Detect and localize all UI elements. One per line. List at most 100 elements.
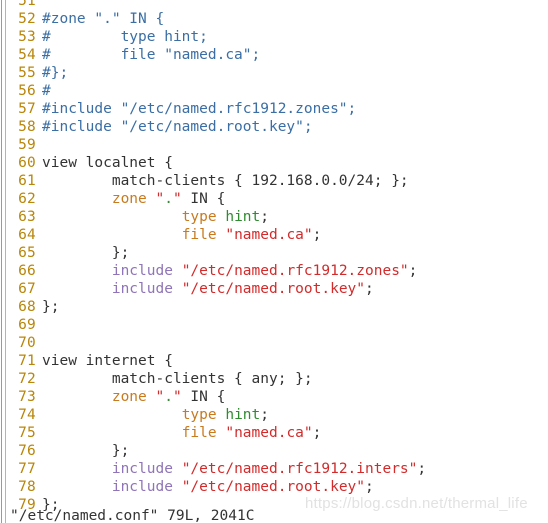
line-number: 77 (18, 461, 36, 477)
line-content[interactable]: match-clients { any; }; (42, 370, 313, 388)
line-content[interactable]: type hint; (42, 208, 269, 226)
code-token: "named.ca" (225, 227, 313, 243)
line-content[interactable]: view localnet { (42, 154, 173, 172)
line-content[interactable]: file "named.ca"; (42, 226, 322, 244)
code-line[interactable]: 64 file "named.ca"; (0, 226, 548, 244)
line-content[interactable]: include "/etc/named.rfc1912.inters"; (42, 460, 426, 478)
code-line[interactable]: 70 (0, 334, 548, 352)
line-content[interactable]: type hint; (42, 406, 269, 424)
line-content[interactable]: #zone "." IN { (42, 10, 164, 28)
line-content[interactable]: zone "." IN { (42, 388, 226, 406)
code-token: ; (312, 425, 322, 441)
code-token: hint (225, 209, 261, 225)
code-token: file (181, 425, 217, 441)
line-number: 61 (18, 173, 36, 189)
code-token: }; (42, 245, 130, 261)
line-number: 64 (18, 227, 36, 243)
code-line[interactable]: 55 #}; (0, 64, 548, 82)
code-token: include (111, 263, 173, 279)
code-line[interactable]: 78 include "/etc/named.root.key"; (0, 478, 548, 496)
text-editor-window[interactable]: 51 52 #zone "." IN {53 # type hint; 54 # file… (0, 0, 548, 523)
code-line[interactable]: 53 # type hint; (0, 28, 548, 46)
line-content[interactable]: # type hint; (42, 28, 208, 46)
code-token: " (172, 191, 182, 207)
line-content[interactable]: #}; (42, 64, 68, 82)
line-number: 56 (18, 83, 36, 99)
code-line[interactable]: 58 #include "/etc/named.root.key"; (0, 118, 548, 136)
code-line[interactable]: 54 # file "named.ca"; (0, 46, 548, 64)
code-token: #}; (42, 65, 69, 81)
line-number: 51 (18, 0, 36, 9)
code-token: match-clients { any; }; (42, 371, 313, 387)
code-token: ; (312, 227, 322, 243)
line-number: 55 (18, 65, 36, 81)
line-content[interactable]: # file "named.ca"; (42, 46, 260, 64)
line-number: 52 (18, 11, 36, 27)
code-line[interactable]: 68}; (0, 298, 548, 316)
code-line[interactable]: 63 type hint; (0, 208, 548, 226)
code-token: include (111, 461, 173, 477)
code-line[interactable]: 72 match-clients { any; }; (0, 370, 548, 388)
line-content[interactable]: }; (42, 298, 59, 316)
code-line[interactable]: 76 }; (0, 442, 548, 460)
line-number: 68 (18, 299, 36, 315)
code-editor-area[interactable]: 51 52 #zone "." IN {53 # type hint; 54 # file… (0, 0, 548, 523)
code-token: view localnet { (42, 155, 173, 171)
code-token: type (181, 209, 217, 225)
code-token: # type hint; (42, 29, 208, 45)
code-token: " (155, 389, 165, 405)
code-line[interactable]: 75 file "named.ca"; (0, 424, 548, 442)
code-line[interactable]: 67 include "/etc/named.root.key"; (0, 280, 548, 298)
code-line[interactable]: 60 view localnet { (0, 154, 548, 172)
code-line[interactable]: 61 match-clients { 192.168.0.0/24; }; (0, 172, 548, 190)
line-content[interactable]: view internet { (42, 352, 173, 370)
code-line[interactable]: 65 }; (0, 244, 548, 262)
code-token: #zone "." IN { (42, 11, 165, 27)
code-token: . (164, 191, 173, 207)
line-number: 70 (18, 335, 36, 351)
line-content[interactable]: include "/etc/named.root.key"; (42, 280, 374, 298)
code-line[interactable]: 73 zone "." IN { (0, 388, 548, 406)
line-number: 73 (18, 389, 36, 405)
line-content[interactable]: zone "." IN { (42, 190, 226, 208)
line-content[interactable]: }; (42, 442, 129, 460)
line-content[interactable]: include "/etc/named.root.key"; (42, 478, 374, 496)
code-line[interactable]: 74 type hint; (0, 406, 548, 424)
code-line[interactable]: 66 include "/etc/named.rfc1912.zones"; (0, 262, 548, 280)
line-content[interactable]: # (42, 82, 51, 100)
code-token: include (111, 479, 173, 495)
code-line[interactable]: 71 view internet { (0, 352, 548, 370)
code-token: ; (365, 281, 374, 297)
code-line[interactable]: 69 (0, 316, 548, 334)
code-token: " (172, 389, 182, 405)
line-content[interactable]: match-clients { 192.168.0.0/24; }; (42, 172, 409, 190)
line-content[interactable]: #include "/etc/named.root.key"; (42, 118, 313, 136)
code-line[interactable]: 51 (0, 0, 548, 10)
code-line[interactable]: 52 #zone "." IN { (0, 10, 548, 28)
line-content[interactable]: #include "/etc/named.rfc1912.zones"; (42, 100, 356, 118)
line-content[interactable]: }; (42, 244, 129, 262)
code-line[interactable]: 77 include "/etc/named.rfc1912.inters"; (0, 460, 548, 478)
line-number: 72 (18, 371, 36, 387)
code-token: match-clients { 192.168.0.0/24; }; (42, 173, 409, 189)
code-token: "/etc/named.root.key" (181, 479, 366, 495)
line-number: 54 (18, 47, 36, 63)
line-number: 58 (18, 119, 36, 135)
code-line[interactable]: 56 # (0, 82, 548, 100)
line-content[interactable]: file "named.ca"; (42, 424, 322, 442)
code-line[interactable]: 57 #include "/etc/named.rfc1912.zones"; (0, 100, 548, 118)
code-line[interactable]: 59 (0, 136, 548, 154)
code-line[interactable]: 62 zone "." IN { (0, 190, 548, 208)
line-content[interactable]: include "/etc/named.rfc1912.zones"; (42, 262, 418, 280)
line-number: 53 (18, 29, 36, 45)
